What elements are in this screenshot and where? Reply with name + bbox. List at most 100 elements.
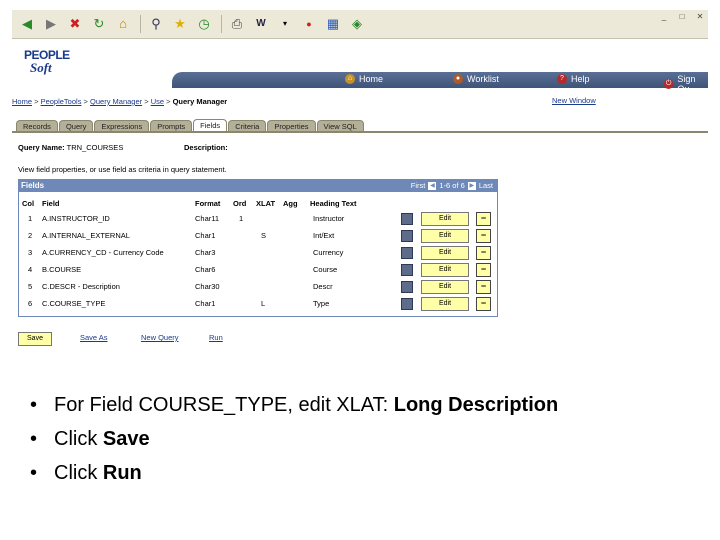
cell-field: A.CURRENCY_CD - Currency Code: [42, 248, 164, 257]
cell-format: Char30: [195, 282, 220, 291]
new-window-link[interactable]: New Window: [552, 96, 596, 105]
cell-format: Char6: [195, 265, 216, 274]
save-as-link[interactable]: Save As: [80, 333, 108, 342]
save-button[interactable]: Save: [18, 332, 52, 346]
refresh-icon[interactable]: ↻: [90, 15, 108, 33]
remove-field-button[interactable]: −: [476, 263, 491, 277]
history-icon[interactable]: ◷: [195, 15, 213, 33]
remove-field-button[interactable]: −: [476, 297, 491, 311]
cell-field: C.COURSE_TYPE: [42, 299, 106, 308]
logo-text-bottom: Soft: [30, 60, 52, 75]
grid-range: 1-6 of 6: [439, 181, 465, 190]
cell-field: A.INTERNAL_EXTERNAL: [42, 231, 130, 240]
use-as-criteria-icon[interactable]: [401, 247, 413, 259]
edit-button[interactable]: Edit: [421, 229, 469, 243]
cell-heading: Type: [313, 299, 330, 308]
instruction-emphasis: Run: [102, 462, 142, 484]
favorites-icon[interactable]: ★: [171, 15, 189, 33]
query-name-label: Query Name:: [18, 143, 65, 152]
grid-title: Fields: [21, 181, 45, 190]
edit-button[interactable]: Edit: [421, 263, 469, 277]
use-as-criteria-icon[interactable]: [401, 230, 413, 242]
cell-format: Char3: [195, 248, 216, 257]
stop-icon[interactable]: ✖: [66, 15, 84, 33]
search-icon[interactable]: ⚲: [147, 15, 165, 33]
edit-button[interactable]: Edit: [421, 280, 469, 294]
nav-home[interactable]: ⌂ Home: [345, 74, 383, 84]
table-row: 2 A.INTERNAL_EXTERNAL Char1 S Int/Ext Ed…: [19, 228, 497, 245]
grid-first-link[interactable]: First: [411, 181, 426, 190]
edit-button[interactable]: Edit: [421, 212, 469, 226]
edit-icon[interactable]: W: [252, 15, 270, 33]
cell-field: B.COURSE: [42, 265, 82, 274]
use-as-criteria-icon[interactable]: [401, 298, 413, 310]
cell-format: Char1: [195, 231, 216, 240]
worklist-icon: ●: [453, 74, 463, 84]
tab-underline: [12, 131, 708, 133]
nav-signout-label: Sign Ou: [677, 74, 696, 94]
bullet-icon: •: [30, 462, 38, 484]
cell-ord: 1: [239, 214, 244, 223]
remove-field-button[interactable]: −: [476, 212, 491, 226]
instruction-item: • For Field COURSE_TYPE, edit XLAT: Long …: [30, 388, 558, 422]
instruction-emphasis: Long Description: [393, 394, 559, 416]
breadcrumb-sep: >: [32, 97, 41, 106]
table-row: 4 B.COURSE Char6 Course Edit −: [19, 262, 497, 279]
fields-hint: View field properties, or use field as c…: [18, 165, 227, 174]
remove-field-button[interactable]: −: [476, 280, 491, 294]
minimize-icon[interactable]: _: [656, 12, 672, 22]
help-icon: ?: [557, 74, 567, 84]
next-arrow-icon[interactable]: ▶: [467, 181, 476, 190]
col-header-ord: Ord: [233, 199, 247, 208]
forward-icon[interactable]: ▶: [42, 15, 60, 33]
new-query-link[interactable]: New Query: [141, 333, 179, 342]
bullet-icon: •: [30, 428, 38, 450]
instruction-text: For Field COURSE_TYPE, edit XLAT:: [54, 394, 394, 416]
nav-signout[interactable]: ⏻ Sign Ou: [664, 74, 708, 94]
nav-help-label: Help: [571, 74, 590, 84]
run-link[interactable]: Run: [209, 333, 223, 342]
cell-field: A.INSTRUCTOR_ID: [42, 214, 110, 223]
nav-worklist-label: Worklist: [467, 74, 499, 84]
home-icon[interactable]: ⌂: [114, 15, 132, 33]
use-as-criteria-icon[interactable]: [401, 264, 413, 276]
breadcrumb-home[interactable]: Home: [12, 97, 32, 106]
dropdown-arrow-icon[interactable]: ▾: [276, 15, 294, 33]
print-icon[interactable]: ⎙: [228, 15, 246, 33]
use-as-criteria-icon[interactable]: [401, 281, 413, 293]
app-header: PEOPLE Soft ⌂ Home ● Worklist ? Help ⏻ Sign …: [12, 39, 708, 94]
breadcrumb-query-manager[interactable]: Query Manager: [90, 97, 142, 106]
cell-col: 2: [28, 231, 33, 240]
breadcrumb: Home > PeopleTools > Query Manager > Use…: [12, 97, 227, 106]
restore-icon[interactable]: □: [674, 12, 690, 22]
nav-home-label: Home: [359, 74, 384, 84]
back-icon[interactable]: ◀: [18, 15, 36, 33]
query-name-value: TRN_COURSES: [66, 143, 124, 152]
cell-heading: Descr: [313, 282, 333, 291]
fields-grid: Fields First ◀ 1-6 of 6 ▶ Last Col Field…: [18, 179, 498, 317]
col-header-heading: Heading Text: [310, 199, 357, 208]
breadcrumb-use[interactable]: Use: [151, 97, 164, 106]
signout-icon: ⏻: [664, 79, 674, 89]
table-row: 3 A.CURRENCY_CD - Currency Code Char3 Cu…: [19, 245, 497, 262]
nav-help[interactable]: ? Help: [557, 74, 590, 84]
prev-arrow-icon[interactable]: ◀: [428, 181, 437, 190]
cell-heading: Course: [313, 265, 338, 274]
grid-last-link[interactable]: Last: [479, 181, 493, 190]
extra2-icon[interactable]: ◈: [348, 15, 366, 33]
remove-field-button[interactable]: −: [476, 229, 491, 243]
breadcrumb-peopletools[interactable]: PeopleTools: [41, 97, 82, 106]
breadcrumb-sep: >: [81, 97, 91, 106]
cell-format: Char1: [195, 299, 216, 308]
use-as-criteria-icon[interactable]: [401, 213, 413, 225]
remove-field-button[interactable]: −: [476, 246, 491, 260]
close-icon[interactable]: ✕: [692, 12, 708, 22]
description-label: Description:: [184, 143, 228, 152]
extra1-icon[interactable]: ▦: [324, 15, 342, 33]
edit-button[interactable]: Edit: [421, 297, 469, 311]
messenger-icon[interactable]: ●: [300, 15, 318, 33]
nav-worklist[interactable]: ● Worklist: [453, 74, 499, 84]
browser-screenshot: ◀ ▶ ✖ ↻ ⌂ ⚲ ★ ◷ ⎙ W ▾ ● ▦ ◈ _ □ ✕ PEOPLE…: [12, 10, 708, 360]
edit-button[interactable]: Edit: [421, 246, 469, 260]
cell-field: C.DESCR - Description: [42, 282, 120, 291]
